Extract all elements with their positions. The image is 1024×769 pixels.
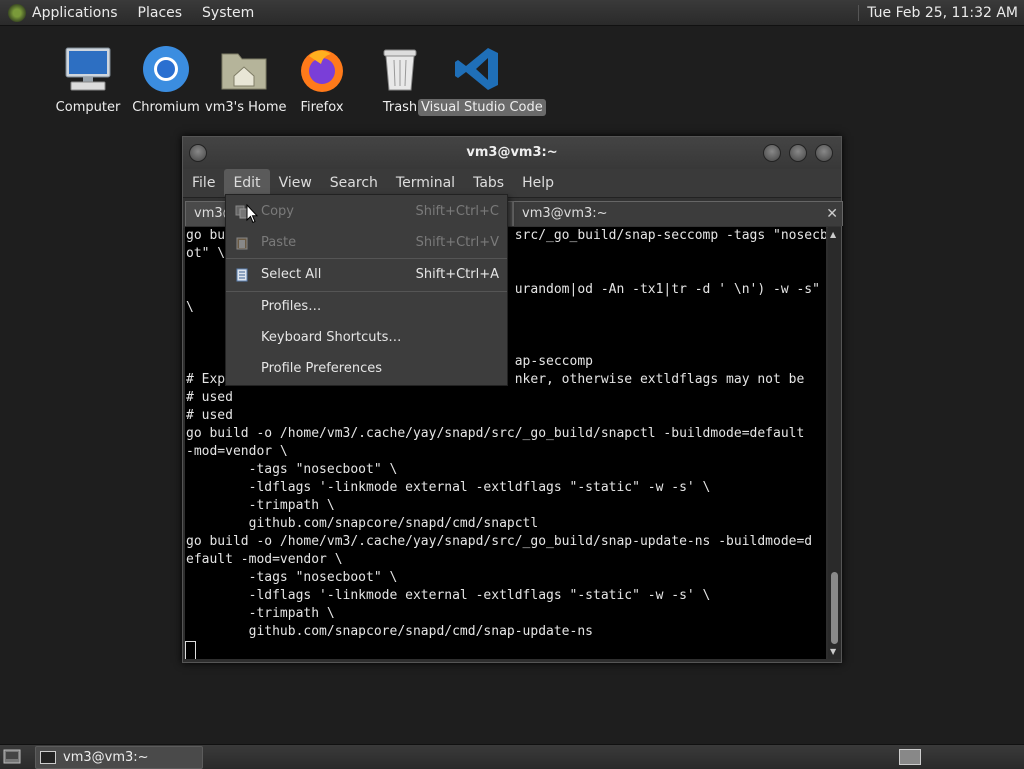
desktop-icon-vscode[interactable]: Visual Studio Code (418, 44, 546, 116)
menu-item-copy[interactable]: Copy Shift+Ctrl+C (226, 198, 507, 226)
vscode-icon (453, 44, 503, 94)
terminal-cursor (185, 641, 196, 659)
tab-terminal-2[interactable]: vm3@vm3:~ ✕ (513, 201, 843, 226)
menu-search[interactable]: Search (321, 169, 387, 197)
desktop-icon-label: Visual Studio Code (418, 99, 546, 116)
taskbar-button-terminal[interactable]: vm3@vm3:~ (35, 746, 203, 769)
minimize-icon[interactable] (763, 144, 781, 162)
menu-edit[interactable]: Edit (224, 169, 270, 197)
chromium-icon (141, 44, 191, 94)
menubar: File Edit View Search Terminal Tabs Help (183, 169, 841, 197)
menu-file[interactable]: File (183, 169, 224, 197)
top-panel: Applications Places System Tue Feb 25, 1… (0, 0, 1024, 26)
show-desktop-icon[interactable] (3, 748, 21, 765)
window-titlebar[interactable]: vm3@vm3:~ (183, 137, 841, 169)
menu-places[interactable]: Places (138, 5, 183, 21)
firefox-icon (297, 44, 347, 94)
desktop-icon-chromium[interactable]: Chromium (124, 44, 208, 116)
computer-icon (63, 44, 113, 94)
scrollbar-thumb[interactable] (831, 572, 838, 644)
menu-item-select-all[interactable]: Select All Shift+Ctrl+A (226, 261, 507, 289)
terminal-scrollbar[interactable]: ▲ ▼ (828, 227, 841, 659)
terminal-icon (40, 751, 56, 764)
menu-item-paste[interactable]: Paste Shift+Ctrl+V (226, 229, 507, 257)
desktop-icon-label: Computer (55, 100, 121, 115)
desktop-icon-computer[interactable]: Computer (46, 44, 130, 116)
desktop-icon-label: Chromium (132, 100, 200, 115)
scroll-down-icon[interactable]: ▼ (830, 647, 836, 656)
menu-view[interactable]: View (270, 169, 321, 197)
distro-logo-icon[interactable] (8, 3, 26, 22)
desktop-icon-label: Firefox (300, 100, 344, 115)
menu-item-profiles[interactable]: Profiles… (226, 293, 507, 321)
menu-item-profile-preferences[interactable]: Profile Preferences (226, 355, 507, 383)
clock[interactable]: Tue Feb 25, 11:32 AM (858, 4, 1018, 21)
menu-separator (226, 258, 507, 259)
desktop-icon-label: Trash (382, 100, 418, 115)
maximize-icon[interactable] (789, 144, 807, 162)
desktop-icon-firefox[interactable]: Firefox (280, 44, 364, 116)
edit-menu-dropdown: Copy Shift+Ctrl+C Paste Shift+Ctrl+V Sel… (225, 194, 508, 386)
home-folder-icon (219, 44, 269, 94)
mouse-pointer-icon (246, 204, 258, 224)
menu-terminal[interactable]: Terminal (387, 169, 464, 197)
window-menu-icon[interactable] (189, 144, 207, 162)
menu-item-keyboard-shortcuts[interactable]: Keyboard Shortcuts… (226, 324, 507, 352)
workspace-switcher[interactable] (899, 749, 921, 765)
tab-label: vm3@vm3:~ (522, 206, 608, 221)
menu-tabs[interactable]: Tabs (464, 169, 513, 197)
menu-help[interactable]: Help (513, 169, 563, 197)
menu-system[interactable]: System (202, 5, 254, 21)
close-icon[interactable] (815, 144, 833, 162)
desktop-icon-home[interactable]: vm3's Home (202, 44, 287, 116)
desktop-icon-label: vm3's Home (205, 100, 287, 115)
window-title: vm3@vm3:~ (466, 145, 558, 160)
bottom-panel: vm3@vm3:~ (0, 744, 1024, 769)
scroll-up-icon[interactable]: ▲ (830, 230, 836, 239)
menu-applications[interactable]: Applications (32, 5, 118, 21)
menu-separator (226, 291, 507, 292)
select-all-icon (236, 268, 248, 282)
tab-close-icon[interactable]: ✕ (826, 202, 838, 226)
paste-icon (236, 237, 248, 250)
